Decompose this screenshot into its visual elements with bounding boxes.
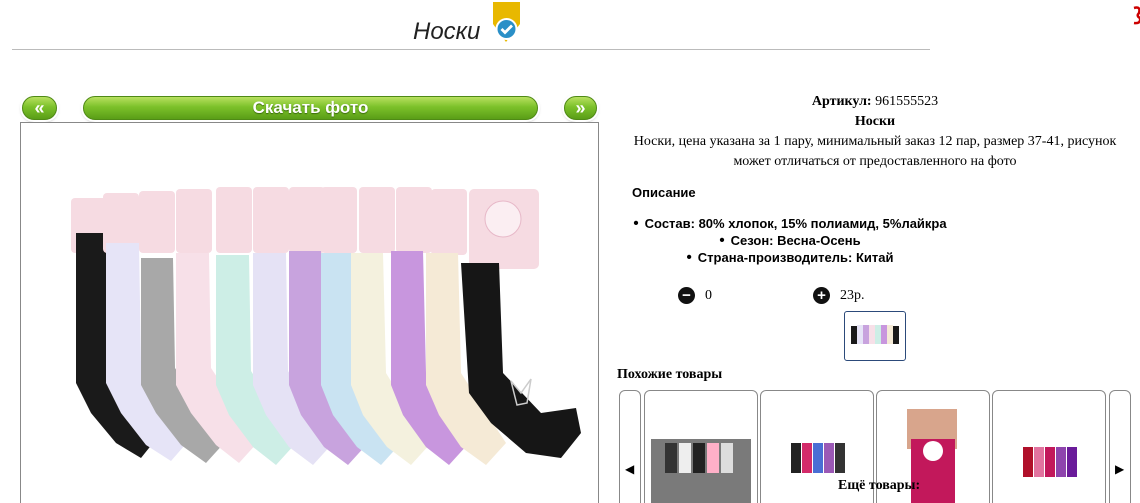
spec-item: Сезон: Весна-Осень: [620, 232, 960, 249]
similar-product-card[interactable]: [644, 390, 758, 503]
previous-photo-button[interactable]: «: [22, 96, 57, 120]
carousel-prev-button[interactable]: ◀: [619, 390, 641, 503]
carousel-next-button[interactable]: ▶: [1109, 390, 1131, 503]
carousel-prev-icon: ◀: [625, 462, 635, 476]
plus-icon[interactable]: +: [813, 287, 830, 304]
sku-value: 961555523: [875, 94, 939, 109]
page-title: Носки: [413, 18, 481, 45]
title-divider: [12, 49, 930, 50]
selected-photo-thumbnail[interactable]: [844, 311, 906, 361]
carousel-next-icon: ▶: [1115, 462, 1125, 476]
product-info: Артикул: 961555523 Носки Носки, цена ука…: [620, 92, 1130, 172]
similar-products-heading: Похожие товары: [617, 367, 723, 382]
sku-line: Артикул: 961555523: [620, 92, 1130, 112]
product-name: Носки: [854, 114, 896, 129]
product-description: Носки, цена указана за 1 пару, минимальн…: [633, 134, 1117, 169]
quantity-value: 0: [705, 287, 712, 303]
spec-item: Страна-производитель: Китай: [620, 249, 960, 266]
sku-label: Артикул:: [811, 94, 872, 109]
socks-illustration: [71, 187, 581, 465]
product-photo: [20, 122, 599, 503]
price-value: 23р.: [840, 287, 865, 303]
download-photo-button[interactable]: Скачать фото: [83, 96, 538, 120]
similar-product-card[interactable]: [992, 390, 1106, 503]
minus-icon[interactable]: −: [678, 287, 695, 304]
check-badge-icon: [492, 2, 521, 42]
price-control: + 23р.: [813, 287, 865, 304]
corner-mark-icon: [1133, 4, 1140, 28]
description-heading: Описание: [632, 185, 696, 200]
more-products-heading: Ещё товары:: [838, 478, 921, 493]
spec-list: Состав: 80% хлопок, 15% полиамид, 5%лайк…: [620, 215, 960, 266]
next-photo-button[interactable]: »: [564, 96, 597, 120]
quantity-control: − 0: [678, 287, 712, 304]
spec-item: Состав: 80% хлопок, 15% полиамид, 5%лайк…: [620, 215, 960, 232]
